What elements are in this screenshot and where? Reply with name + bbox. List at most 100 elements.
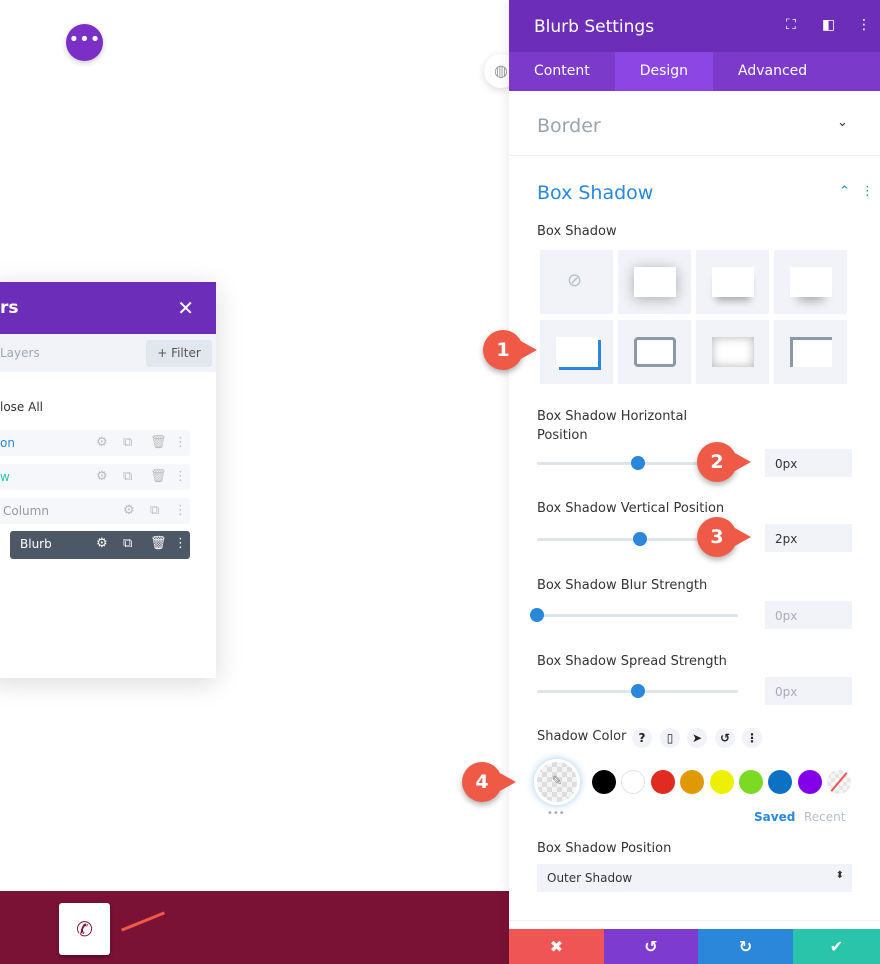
color-swatch[interactable] <box>797 770 822 794</box>
duplicate-icon[interactable]: ⧉ <box>123 531 132 557</box>
layer-row-row[interactable]: w ⚙ ⧉ 🗑 ⋮ <box>0 464 190 490</box>
box-shadow-position-label: Box Shadow Position <box>537 841 672 856</box>
phone-icon[interactable]: ✆ <box>59 903 110 955</box>
search-placeholder: Layers <box>0 346 40 360</box>
layers-title: rs <box>0 298 19 318</box>
eyedropper-color-picker[interactable]: ✎ <box>534 759 580 805</box>
vertical-position-input[interactable]: 2px <box>765 524 852 552</box>
gear-icon[interactable]: ⚙ <box>96 464 108 490</box>
discard-button[interactable]: ✖ <box>509 929 604 964</box>
divider <box>509 920 880 921</box>
tab-design[interactable]: Design <box>614 52 714 91</box>
preset-7[interactable] <box>774 320 847 384</box>
color-swatch[interactable] <box>621 770 646 794</box>
more-icon[interactable]: ⋮ <box>742 728 762 748</box>
layer-label: Column <box>3 504 49 518</box>
slider-handle[interactable] <box>632 532 647 546</box>
more-colors-icon[interactable]: ••• <box>547 808 565 819</box>
tab-content[interactable]: Content <box>509 52 615 91</box>
select-arrows-icon: ⬍ <box>835 870 844 881</box>
slider-label: Box Shadow Vertical Position <box>537 501 725 516</box>
preset-5[interactable] <box>618 320 691 384</box>
help-icon[interactable]: ? <box>632 728 652 748</box>
chevron-down-icon[interactable]: ⌄ <box>837 115 848 130</box>
cursor-icon[interactable]: ➤ <box>687 728 707 748</box>
spread-strength-input[interactable]: 0px <box>765 677 852 705</box>
save-button[interactable]: ✔ <box>793 929 880 964</box>
color-swatch[interactable] <box>739 770 763 794</box>
clear-color-swatch[interactable] <box>827 770 851 794</box>
slider-label: Box Shadow Horizontal Position <box>537 409 688 443</box>
slider-label: Box Shadow Blur Strength <box>537 578 708 593</box>
gear-icon[interactable]: ⚙ <box>96 430 108 456</box>
trash-icon[interactable]: 🗑 <box>150 430 167 456</box>
border-section-toggle[interactable]: Border <box>537 115 601 137</box>
close-icon[interactable]: ✕ <box>177 296 194 320</box>
trash-icon[interactable]: 🗑 <box>150 464 167 490</box>
color-swatch[interactable] <box>650 770 675 794</box>
preset-none[interactable]: ⊘ <box>540 250 613 314</box>
preset-2[interactable] <box>696 250 769 314</box>
preset-4-selected[interactable] <box>540 320 613 384</box>
preset-1[interactable] <box>618 250 691 314</box>
layer-row-section[interactable]: on ⚙ ⧉ 🗑 ⋮ <box>0 430 190 456</box>
layer-label: Blurb <box>20 537 52 551</box>
layer-label: w <box>0 470 10 484</box>
undo-button[interactable]: ↺ <box>604 929 698 964</box>
box-shadow-label: Box Shadow <box>537 224 617 239</box>
step-badge-2: 2 <box>697 442 751 482</box>
chevron-up-icon[interactable]: ⌃ <box>839 184 850 199</box>
color-swatch[interactable] <box>680 770 705 794</box>
none-icon: ⊘ <box>567 270 583 291</box>
fullscreen-icon[interactable]: ⛶ <box>786 17 796 33</box>
split-view-icon[interactable]: ◧ <box>822 17 835 33</box>
spread-strength-slider[interactable] <box>537 684 738 698</box>
duplicate-icon[interactable]: ⧉ <box>123 464 132 490</box>
close-all-link[interactable]: lose All <box>0 400 43 414</box>
layer-label: on <box>0 436 15 450</box>
more-icon[interactable]: ⋮ <box>174 498 187 524</box>
blur-strength-slider[interactable] <box>530 608 738 622</box>
mobile-icon[interactable]: ▯ <box>660 728 680 748</box>
step-badge-3: 3 <box>697 517 751 557</box>
shadow-color-label: Shadow Color <box>537 729 627 744</box>
reset-icon[interactable]: ↺ <box>715 728 735 748</box>
preset-3[interactable] <box>774 250 847 314</box>
filter-button[interactable]: + Filter <box>146 340 212 367</box>
duplicate-icon[interactable]: ⧉ <box>123 430 132 456</box>
blur-strength-input[interactable]: 0px <box>765 601 852 629</box>
box-shadow-position-select[interactable]: Outer Shadow ⬍ <box>537 864 852 892</box>
divider <box>509 155 880 156</box>
more-options-button[interactable]: ••• <box>66 24 103 61</box>
slider-handle[interactable] <box>530 608 544 622</box>
more-icon[interactable]: ⋮ <box>174 464 187 490</box>
tab-advanced[interactable]: Advanced <box>713 52 832 91</box>
gear-icon[interactable]: ⚙ <box>123 498 135 524</box>
duplicate-icon[interactable]: ⧉ <box>150 498 159 524</box>
more-icon[interactable]: ⋮ <box>861 184 874 199</box>
slider-label: Box Shadow Spread Strength <box>537 654 727 669</box>
step-badge-1: 1 <box>483 330 537 370</box>
slider-handle[interactable] <box>630 456 645 470</box>
redo-button[interactable]: ↻ <box>698 929 793 964</box>
more-icon[interactable]: ⋮ <box>857 17 871 33</box>
preset-6[interactable] <box>696 320 769 384</box>
color-swatch[interactable] <box>709 770 734 794</box>
more-icon[interactable]: ⋮ <box>174 531 187 557</box>
color-swatch[interactable] <box>768 770 793 794</box>
layer-row-blurb[interactable]: Blurb ⚙ ⧉ 🗑 ⋮ <box>10 531 190 559</box>
horizontal-position-input[interactable]: 0px <box>765 449 852 477</box>
box-shadow-section-toggle[interactable]: Box Shadow <box>537 182 653 204</box>
gear-icon[interactable]: ⚙ <box>96 531 108 557</box>
select-value: Outer Shadow <box>547 871 633 885</box>
saved-colors-tab[interactable]: Saved <box>754 810 795 824</box>
trash-icon[interactable]: 🗑 <box>150 531 167 557</box>
panel-title: Blurb Settings <box>534 17 655 37</box>
layer-row-column[interactable]: Column ⚙ ⧉ ⋮ <box>0 498 190 524</box>
recent-colors-tab[interactable]: Recent <box>804 810 845 824</box>
color-swatch[interactable] <box>592 770 616 794</box>
layers-search-input[interactable]: Layers + Filter <box>0 334 216 372</box>
step-badge-4: 4 <box>462 762 516 802</box>
slider-handle[interactable] <box>630 684 645 698</box>
more-icon[interactable]: ⋮ <box>174 430 187 456</box>
